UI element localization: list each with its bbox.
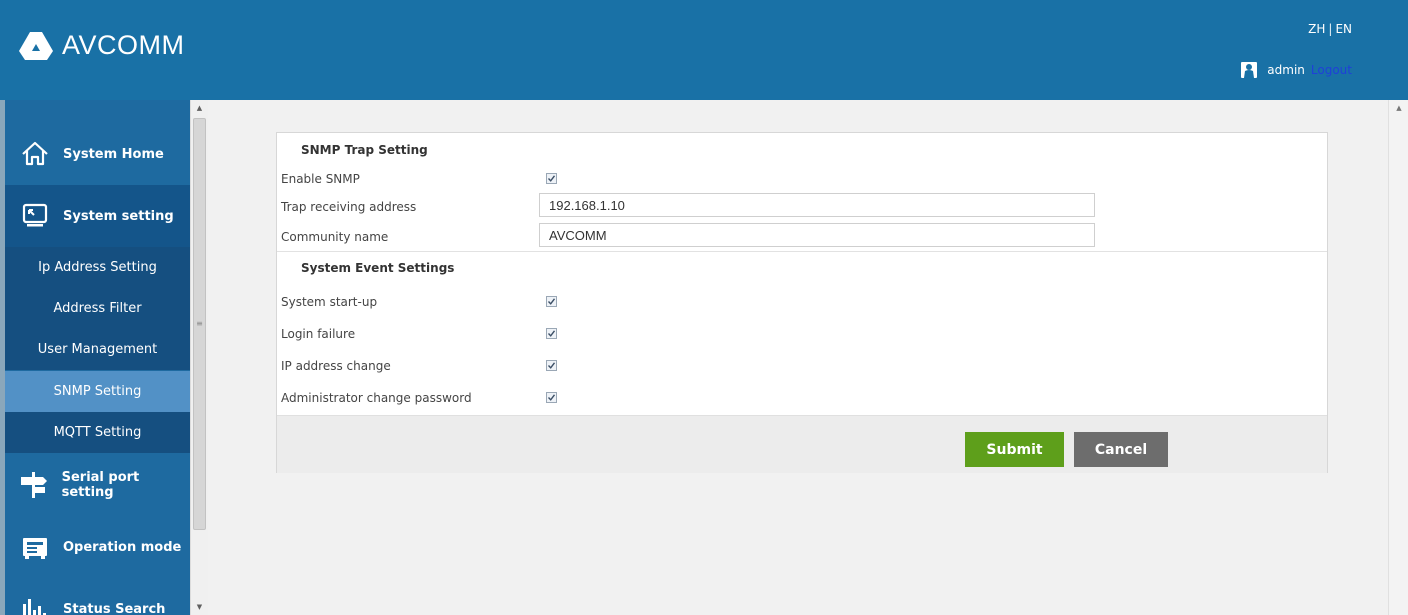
header-bar: AVCOMM ZH | EN admin Logout <box>0 0 1408 100</box>
trap-address-input[interactable] <box>539 193 1095 217</box>
bar-chart-icon <box>19 593 51 615</box>
section-title-trap: SNMP Trap Setting <box>301 143 428 157</box>
event-admin-password-label: Administrator change password <box>281 391 472 405</box>
enable-snmp-checkbox[interactable] <box>546 173 557 184</box>
event-startup-label: System start-up <box>281 295 378 309</box>
sidebar-subitem-label: User Management <box>37 342 158 357</box>
sidebar-subitem-user-management[interactable]: User Management <box>5 329 190 370</box>
event-ip-change-label: IP address change <box>281 359 391 373</box>
sidebar-subitem-label: Address Filter <box>53 301 142 316</box>
sidebar-subitem-mqtt-setting[interactable]: MQTT Setting <box>5 412 190 453</box>
event-ip-change-checkbox[interactable] <box>546 360 557 371</box>
sidebar-subitem-snmp-setting[interactable]: SNMP Setting <box>5 371 190 412</box>
user-icon <box>1241 62 1258 78</box>
event-startup-checkbox[interactable] <box>546 296 557 307</box>
sidebar-item-label: System Home <box>63 146 164 162</box>
scrollbar-thumb[interactable]: ≡ <box>193 118 206 530</box>
lang-zh[interactable]: ZH <box>1308 22 1325 36</box>
grip-icon: ≡ <box>196 319 203 328</box>
sidebar-item-label: Serial port setting <box>61 470 140 500</box>
form-footer: Submit Cancel <box>277 415 1327 473</box>
lang-separator: | <box>1328 22 1333 36</box>
main-scrollbar[interactable]: ▲ <box>1388 100 1408 615</box>
logo-icon <box>19 31 53 60</box>
sidebar-item-status-search[interactable]: Status Search <box>5 578 190 615</box>
home-icon <box>19 138 51 170</box>
sidebar-item-system-home[interactable]: System Home <box>5 123 190 185</box>
event-login-failure-checkbox[interactable] <box>546 328 557 339</box>
signpost-icon <box>19 469 50 501</box>
sidebar-subitem-address-filter[interactable]: Address Filter <box>5 288 190 329</box>
sidebar-subitem-label: MQTT Setting <box>53 425 142 440</box>
sidebar-item-system-setting[interactable]: System setting <box>5 185 190 247</box>
section-divider <box>277 251 1327 252</box>
scroll-up-icon[interactable]: ▲ <box>191 100 208 116</box>
monitor-icon <box>19 200 51 232</box>
sidebar-subitem-label: SNMP Setting <box>53 384 142 399</box>
logout-link[interactable]: Logout <box>1311 63 1352 77</box>
scroll-up-icon[interactable]: ▲ <box>1389 104 1408 112</box>
sidebar-scrollbar[interactable]: ▲ ≡ ▼ <box>190 100 208 615</box>
enable-snmp-label: Enable SNMP <box>281 172 360 186</box>
sidebar-subitem-label: Ip Address Setting <box>38 260 157 275</box>
sidebar-item-label: Operation mode <box>63 539 182 555</box>
sidebar-item-operation-mode[interactable]: Operation mode <box>5 516 190 578</box>
cancel-button[interactable]: Cancel <box>1074 432 1168 467</box>
sidebar-subitem-ip-address-setting[interactable]: Ip Address Setting <box>5 247 190 288</box>
language-switcher: ZH | EN <box>1308 22 1352 36</box>
sidebar-item-label: Status Search <box>63 601 166 615</box>
community-name-label: Community name <box>281 230 389 244</box>
user-area: admin Logout <box>1241 62 1352 78</box>
brand-name: AVCOMM <box>62 30 185 60</box>
sidebar: System Home System setting Ip Address Se… <box>5 100 190 615</box>
section-title-events: System Event Settings <box>301 261 455 275</box>
lang-en[interactable]: EN <box>1335 22 1352 36</box>
scroll-down-icon[interactable]: ▼ <box>191 599 208 615</box>
main-content: SNMP Trap Setting Enable SNMP Trap recei… <box>208 100 1388 615</box>
snmp-settings-panel: SNMP Trap Setting Enable SNMP Trap recei… <box>276 132 1328 473</box>
event-login-failure-label: Login failure <box>281 327 356 341</box>
device-icon <box>19 531 51 563</box>
event-admin-password-checkbox[interactable] <box>546 392 557 403</box>
sidebar-item-label: System setting <box>63 208 174 224</box>
username: admin <box>1267 63 1305 77</box>
community-name-input[interactable] <box>539 223 1095 247</box>
trap-address-label: Trap receiving address <box>281 200 417 214</box>
logo: AVCOMM <box>18 30 185 61</box>
submit-button[interactable]: Submit <box>965 432 1064 467</box>
sidebar-item-serial-port-setting[interactable]: Serial port setting <box>5 454 190 516</box>
